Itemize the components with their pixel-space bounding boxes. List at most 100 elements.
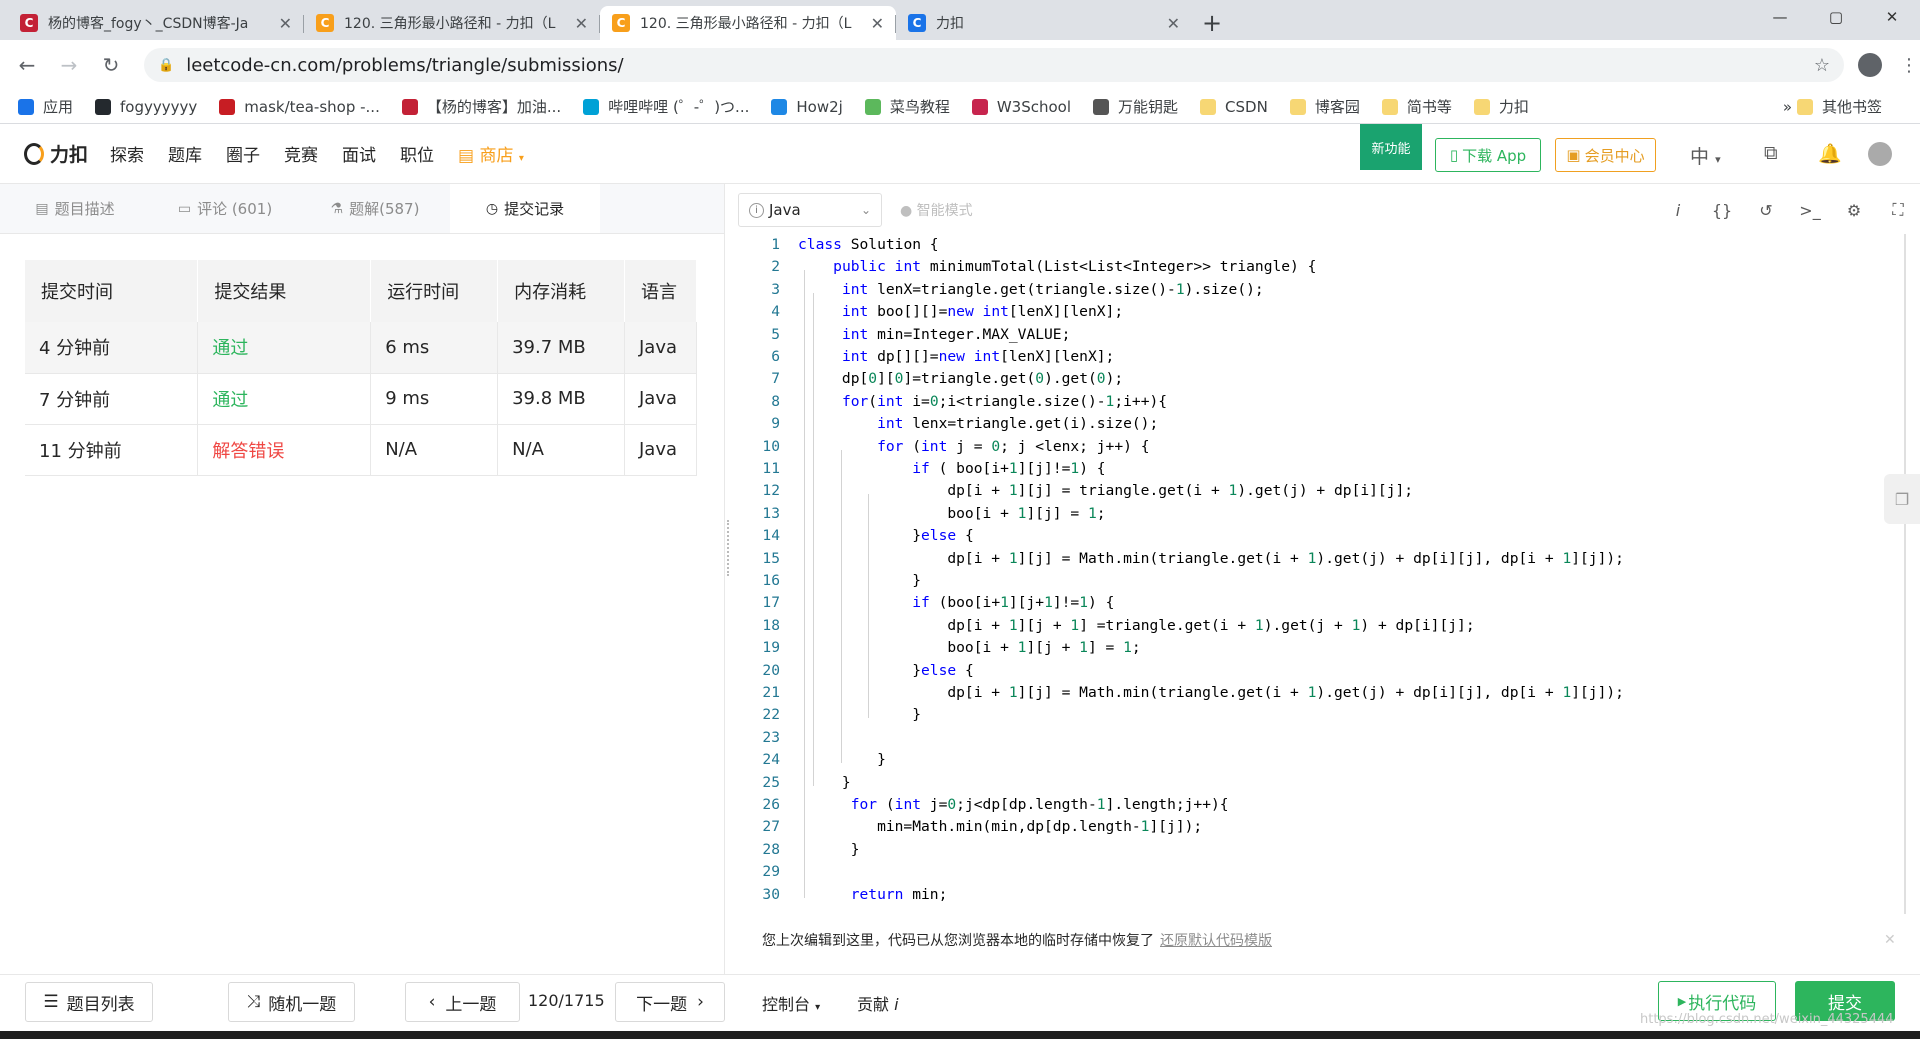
bookmark-item[interactable]: How2j: [771, 98, 843, 116]
table-row[interactable]: 4 分钟前 通过 6 ms 39.7 MB Java: [25, 322, 697, 374]
back-icon[interactable]: ←: [12, 53, 42, 77]
download-app-button[interactable]: ▯ 下载 App: [1435, 138, 1541, 172]
smart-mode-toggle[interactable]: ● 智能模式: [900, 200, 973, 220]
url-bar[interactable]: 🔒 leetcode-cn.com/problems/triangle/subm…: [144, 48, 1844, 82]
browser-tab[interactable]: C 杨的博客_fogy丶_CSDN博客-Ja ✕: [8, 6, 304, 40]
code-line[interactable]: for(int i=0;i<triangle.size()-1;i++){: [798, 393, 1167, 410]
format-braces-icon[interactable]: {}: [1700, 201, 1744, 220]
code-line[interactable]: }: [798, 572, 921, 589]
code-line[interactable]: public int minimumTotal(List<List<Intege…: [798, 258, 1316, 275]
fullscreen-icon[interactable]: ⛶: [1876, 200, 1920, 220]
close-tab-icon[interactable]: ✕: [279, 14, 292, 33]
new-feature-badge[interactable]: 新功能: [1360, 124, 1422, 170]
code-line[interactable]: int boo[][]=new int[lenX][lenX];: [798, 303, 1123, 320]
minimize-button[interactable]: —: [1752, 0, 1808, 34]
code-line[interactable]: }: [798, 751, 886, 768]
bookmark-item[interactable]: fogyyyyyy: [95, 98, 197, 116]
close-tab-icon[interactable]: ✕: [871, 14, 884, 33]
settings-icon[interactable]: ⚙: [1832, 201, 1876, 220]
bookmarks-more-button[interactable]: »: [1783, 98, 1792, 116]
nav-contest[interactable]: 竞赛: [284, 141, 318, 166]
terminal-icon[interactable]: >_: [1788, 201, 1832, 220]
code-line[interactable]: int lenX=triangle.get(triangle.size()-1)…: [798, 281, 1264, 298]
code-line[interactable]: return min;: [798, 886, 948, 903]
submit-result-link[interactable]: 通过: [212, 390, 248, 411]
code-line[interactable]: boo[i + 1][j] = 1;: [798, 505, 1105, 522]
bookmark-item[interactable]: W3School: [971, 98, 1071, 116]
code-line[interactable]: dp[i + 1][j] = Math.min(triangle.get(i +…: [798, 684, 1624, 701]
maximize-button[interactable]: ▢: [1808, 0, 1864, 34]
bookmark-item[interactable]: CSDN: [1200, 98, 1268, 116]
nav-problemset[interactable]: 题库: [168, 141, 202, 166]
code-line[interactable]: int dp[][]=new int[lenX][lenX];: [798, 348, 1114, 365]
submit-result-link[interactable]: 通过: [212, 338, 248, 359]
browser-menu-icon[interactable]: ⋮: [1900, 55, 1918, 76]
code-line[interactable]: int min=Integer.MAX_VALUE;: [798, 326, 1070, 343]
problem-list-button[interactable]: ☰ 题目列表: [25, 982, 153, 1022]
browser-tab[interactable]: C 120. 三角形最小路径和 - 力扣（L ✕: [600, 6, 896, 40]
bookmark-item[interactable]: 力扣: [1473, 96, 1529, 117]
code-line[interactable]: }else {: [798, 527, 974, 544]
submit-result-link[interactable]: 解答错误: [212, 441, 284, 462]
editor-scrollbar[interactable]: [1904, 234, 1906, 914]
close-icon[interactable]: ✕: [1884, 932, 1896, 948]
language-select[interactable]: i Java ⌄: [738, 193, 882, 227]
code-line[interactable]: if (boo[i+1][j+1]!=1) {: [798, 594, 1114, 611]
random-problem-button[interactable]: ⤨ 随机一题: [228, 982, 355, 1022]
bookmark-item[interactable]: 应用: [18, 96, 73, 117]
panel-resize-handle[interactable]: [727, 520, 731, 576]
bookmark-item[interactable]: mask/tea-shop -...: [219, 98, 380, 116]
code-line[interactable]: if ( boo[i+1][j]!=1) {: [798, 460, 1105, 477]
profile-avatar-icon[interactable]: [1858, 53, 1882, 77]
code-line[interactable]: class Solution {: [798, 236, 939, 253]
italic-info-icon[interactable]: i: [1656, 201, 1700, 220]
code-line[interactable]: }: [798, 706, 921, 723]
nav-jobs[interactable]: 职位: [400, 141, 434, 166]
bookmark-star-icon[interactable]: ☆: [1814, 55, 1830, 76]
bookmark-item[interactable]: 万能钥匙: [1093, 96, 1178, 117]
code-line[interactable]: for (int j = 0; j <lenx; j++) {: [798, 438, 1149, 455]
table-row[interactable]: 7 分钟前 通过 9 ms 39.8 MB Java: [25, 373, 697, 425]
site-logo[interactable]: 力扣: [24, 140, 88, 167]
close-tab-icon[interactable]: ✕: [1167, 14, 1180, 33]
code-line[interactable]: dp[i + 1][j] = Math.min(triangle.get(i +…: [798, 550, 1624, 567]
nav-interview[interactable]: 面试: [342, 141, 376, 166]
reload-icon[interactable]: ↻: [96, 53, 126, 77]
browser-tab[interactable]: C 力扣 ✕: [896, 6, 1192, 40]
close-tab-icon[interactable]: ✕: [575, 14, 588, 33]
tab-submissions[interactable]: ◷ 提交记录: [450, 184, 600, 233]
table-row[interactable]: 11 分钟前 解答错误 N/A N/A Java: [25, 424, 697, 476]
code-editor[interactable]: 1 class Solution {2 public int minimumTot…: [738, 234, 1903, 914]
nav-shop[interactable]: ▤ 商店 ▾: [458, 141, 524, 166]
contribute-link[interactable]: 贡献 i: [857, 991, 899, 1015]
code-line[interactable]: dp[i + 1][j + 1] =triangle.get(i + 1).ge…: [798, 617, 1474, 634]
code-line[interactable]: boo[i + 1][j + 1] = 1;: [798, 639, 1140, 656]
forward-icon[interactable]: →: [54, 53, 84, 77]
code-line[interactable]: dp[i + 1][j] = triangle.get(i + 1).get(j…: [798, 482, 1413, 499]
code-line[interactable]: int lenx=triangle.get(i).size();: [798, 415, 1158, 432]
tab-solutions[interactable]: ⚗ 题解(587): [300, 184, 450, 233]
code-line[interactable]: }: [798, 841, 860, 858]
tab-description[interactable]: ▤ 题目描述: [0, 184, 150, 233]
bell-icon[interactable]: 🔔: [1818, 142, 1842, 165]
side-panel-handle[interactable]: ❐: [1884, 474, 1920, 524]
reset-icon[interactable]: ↺: [1744, 201, 1788, 220]
playground-icon[interactable]: ⧉: [1764, 142, 1778, 164]
tab-comments[interactable]: ▭ 评论 (601): [150, 184, 300, 233]
browser-tab[interactable]: C 120. 三角形最小路径和 - 力扣（L ✕: [304, 6, 600, 40]
user-avatar[interactable]: [1868, 142, 1892, 166]
restore-default-link[interactable]: 还原默认代码模版: [1160, 933, 1272, 949]
prev-problem-button[interactable]: ‹ 上一题: [405, 982, 520, 1022]
nav-explore[interactable]: 探索: [110, 141, 144, 166]
vip-center-button[interactable]: ▣ 会员中心: [1555, 138, 1656, 172]
next-problem-button[interactable]: 下一题 ›: [615, 982, 725, 1022]
language-switch[interactable]: 中 ▾: [1690, 142, 1721, 169]
close-window-button[interactable]: ✕: [1864, 0, 1920, 34]
other-bookmarks[interactable]: 其他书签: [1796, 96, 1882, 117]
bookmark-item[interactable]: 简书等: [1381, 96, 1452, 117]
bookmark-item[interactable]: 菜鸟教程: [864, 96, 950, 117]
code-line[interactable]: }else {: [798, 662, 974, 679]
console-toggle[interactable]: 控制台 ▾: [762, 991, 820, 1015]
code-line[interactable]: for (int j=0;j<dp[dp.length-1].length;j+…: [798, 796, 1229, 813]
bookmark-item[interactable]: 博客园: [1289, 96, 1360, 117]
